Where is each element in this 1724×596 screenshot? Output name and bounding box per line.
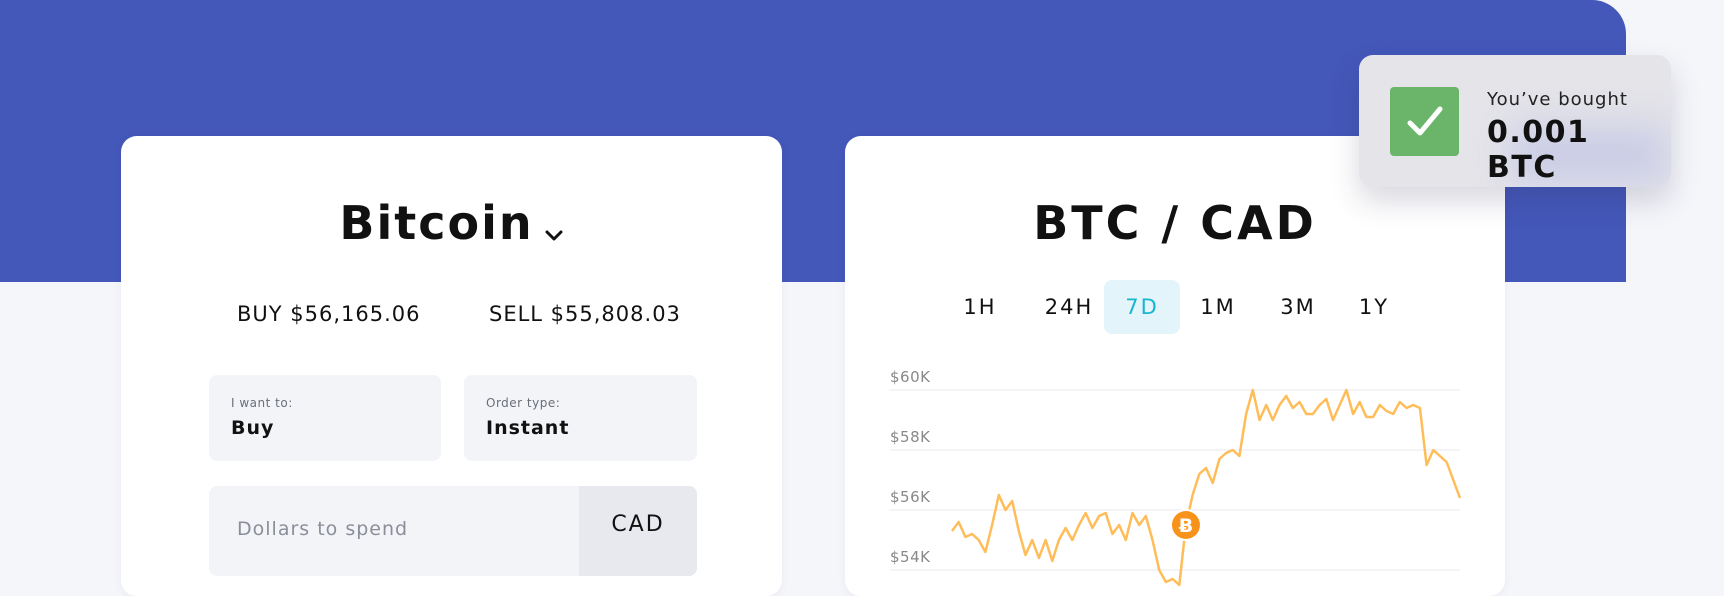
- buy-card: Bitcoin BUY $56,165.06 SELL $55,808.03 I…: [121, 136, 782, 596]
- tab-3m[interactable]: 3M: [1263, 280, 1333, 334]
- spend-input-group: Dollars to spend CAD: [209, 486, 697, 576]
- order-type-select[interactable]: Order type: Instant: [464, 375, 697, 461]
- tab-1h[interactable]: 1H: [947, 280, 1013, 334]
- y-tick-label: $56K: [890, 488, 931, 506]
- chevron-down-icon: [544, 200, 564, 254]
- tab-1y[interactable]: 1Y: [1341, 280, 1407, 334]
- action-select[interactable]: I want to: Buy: [209, 375, 441, 461]
- checkmark-icon: [1390, 87, 1459, 156]
- y-tick-label: $54K: [890, 548, 931, 566]
- chart-card: BTC / CAD 1H 24H 7D 1M 3M 1Y $60K $58K $56…: [845, 136, 1505, 596]
- order-type-value: Instant: [486, 417, 570, 439]
- price-chart: $60K $58K $56K $54K Ƀ: [890, 368, 1462, 587]
- purchase-toast: You’ve bought 0.001 BTC: [1359, 55, 1671, 187]
- tab-24h[interactable]: 24H: [1027, 280, 1111, 334]
- coin-selector[interactable]: Bitcoin: [121, 196, 782, 254]
- tab-1m[interactable]: 1M: [1185, 280, 1251, 334]
- pair-title: BTC / CAD: [1033, 196, 1317, 250]
- timeframe-tabs: 1H 24H 7D 1M 3M 1Y: [845, 280, 1505, 334]
- tab-7d[interactable]: 7D: [1104, 280, 1180, 334]
- sell-price: SELL $55,808.03: [489, 302, 681, 326]
- toast-amount: 0.001 BTC: [1487, 115, 1590, 185]
- currency-selector[interactable]: CAD: [579, 486, 697, 576]
- action-label: I want to:: [231, 396, 293, 410]
- spend-input[interactable]: Dollars to spend: [237, 518, 408, 540]
- y-tick-label: $60K: [890, 368, 931, 386]
- order-type-label: Order type:: [486, 396, 561, 410]
- buy-price: BUY $56,165.06: [237, 302, 421, 326]
- y-tick-label: $58K: [890, 428, 931, 446]
- svg-text:Ƀ: Ƀ: [1179, 515, 1193, 537]
- toast-message: You’ve bought: [1487, 89, 1628, 110]
- coin-name: Bitcoin: [339, 196, 534, 250]
- action-value: Buy: [231, 417, 275, 439]
- price-line: [950, 388, 1462, 587]
- bitcoin-icon[interactable]: Ƀ: [1169, 509, 1202, 541]
